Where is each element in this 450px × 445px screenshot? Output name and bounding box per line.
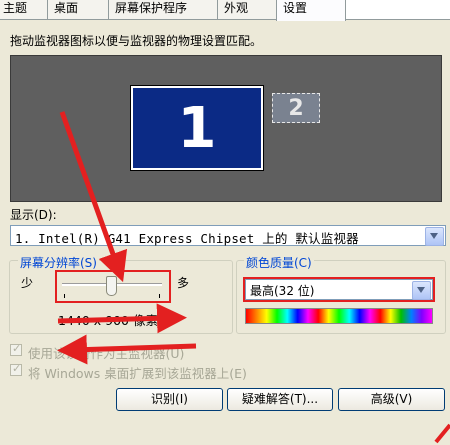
- color-quality-value: 最高(32 位): [250, 284, 315, 298]
- chevron-down-icon[interactable]: [425, 227, 444, 246]
- monitor-1-icon[interactable]: 1: [130, 85, 264, 171]
- color-quality-dropdown[interactable]: 最高(32 位): [243, 277, 435, 302]
- arrow-corner: [434, 423, 450, 444]
- instruction-text: 拖动监视器图标以便与监视器的物理设置匹配。: [10, 34, 263, 48]
- color-quality-title: 颜色质量(C): [244, 254, 314, 271]
- resolution-less-label: 少: [21, 276, 34, 290]
- advanced-button[interactable]: 高级(V): [338, 388, 445, 411]
- display-dropdown-value: 1. Intel(R) G41 Express Chipset 上的 默认监视器: [15, 231, 359, 246]
- troubleshoot-button[interactable]: 疑难解答(T)...: [227, 388, 333, 411]
- display-label: 显示(D):: [10, 208, 57, 222]
- resolution-more-label: 多: [177, 276, 190, 290]
- chevron-down-icon[interactable]: [412, 281, 431, 300]
- primary-monitor-label: 使用该设备作为主监视器(U): [28, 346, 185, 361]
- tab-screensaver[interactable]: 屏幕保护程序: [108, 0, 228, 19]
- resolution-title: 屏幕分辨率(S): [18, 254, 99, 271]
- tab-settings[interactable]: 设置: [276, 0, 346, 21]
- resolution-value: 1440 x 900 像素: [58, 313, 158, 328]
- tab-strip-filler: [333, 0, 450, 20]
- extend-desktop-label: 将 Windows 桌面扩展到该监视器上(E): [28, 366, 247, 381]
- color-spectrum-bar: [245, 308, 433, 324]
- identify-button[interactable]: 识别(I): [116, 388, 223, 411]
- primary-monitor-checkbox[interactable]: [10, 342, 22, 356]
- tab-panel-border: [0, 19, 450, 20]
- monitor-2-number: 2: [288, 96, 304, 121]
- display-dropdown[interactable]: 1. Intel(R) G41 Express Chipset 上的 默认监视器: [10, 225, 446, 246]
- resolution-slider-thumb[interactable]: [106, 276, 117, 296]
- tab-strip: 主题 桌面 屏幕保护程序 外观 设置: [0, 0, 450, 21]
- monitor-2-icon[interactable]: 2: [272, 93, 320, 123]
- monitor-1-number: 1: [177, 96, 217, 161]
- extend-desktop-checkbox[interactable]: [10, 362, 22, 376]
